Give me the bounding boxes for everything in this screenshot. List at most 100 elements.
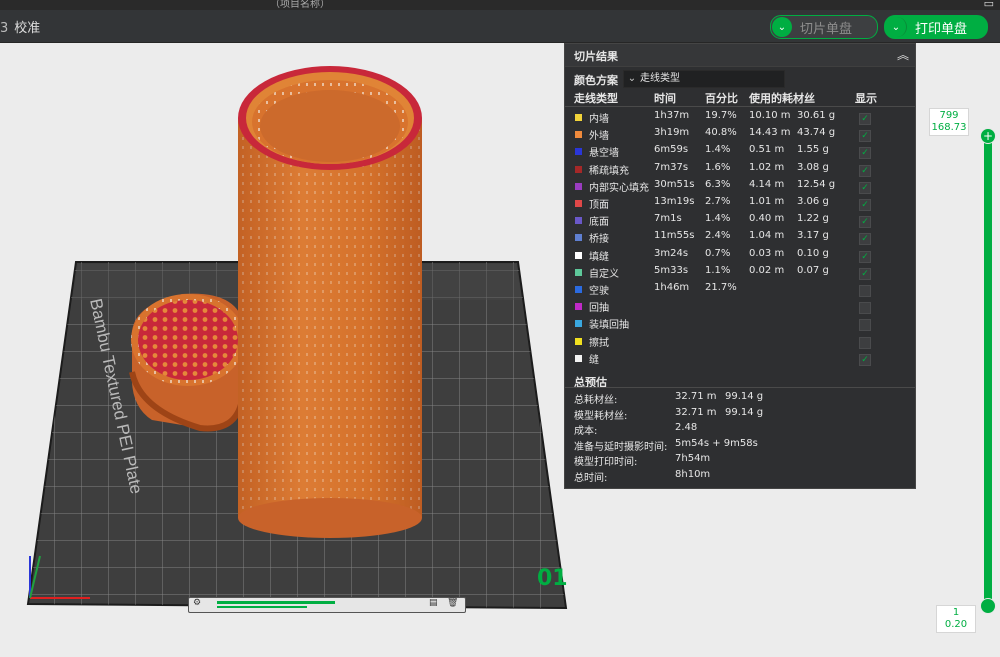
weight-cell: 0.10 g <box>797 247 829 259</box>
layer-slider-track[interactable] <box>984 136 992 606</box>
chevron-down-icon[interactable]: ⌄ <box>886 17 907 37</box>
layer-progress-bar[interactable]: ⚙ ▤ 🗑 <box>188 597 466 613</box>
header-display: 显示 <box>855 92 877 105</box>
estimate-value: 8h10m <box>675 468 711 480</box>
estimate-value: 5m54s + 9m58s <box>675 437 758 449</box>
panel-header: 切片结果 ︽ <box>565 44 915 67</box>
line-type-name: 顶面 <box>589 200 609 211</box>
color-swatch <box>575 148 582 156</box>
display-checkbox[interactable]: ✓ <box>859 216 871 229</box>
settings-icon[interactable]: ⚙ <box>193 598 201 608</box>
time-cell: 7m37s <box>654 161 689 173</box>
weight-cell: 12.54 g <box>797 178 836 190</box>
calibration-tab[interactable]: 3 校准 <box>0 17 40 36</box>
display-checkbox[interactable]: ✓ <box>859 113 871 125</box>
weight-cell: 1.22 g <box>797 213 829 225</box>
table-row: 悬空墙 6m59s 1.4% 0.51 m 1.55 g ✓ <box>565 144 915 161</box>
divider <box>565 387 915 388</box>
print-plate-label: 打印单盘 <box>915 21 968 37</box>
percent-cell: 6.3% <box>705 178 731 190</box>
estimate-label: 总耗材丝: <box>574 395 618 406</box>
display-checkbox[interactable]: ✓ <box>859 181 871 194</box>
time-cell: 13m19s <box>654 196 695 207</box>
estimate-row: 总耗材丝: 32.71 m 99.14 g <box>565 391 915 407</box>
line-type-name: 内墙 <box>589 114 609 125</box>
display-checkbox[interactable]: ✓ <box>859 250 871 263</box>
length-cell: 1.01 m <box>749 196 785 207</box>
chevron-down-icon[interactable]: ⌄ <box>772 17 792 37</box>
time-cell: 6m59s <box>654 144 689 156</box>
display-checkbox[interactable] <box>859 285 871 297</box>
estimate-label: 模型打印时间: <box>574 457 638 468</box>
time-cell: 30m51s <box>654 178 695 190</box>
table-row: 填缝 3m24s 0.7% 0.03 m 0.10 g ✓ <box>565 248 915 265</box>
time-cell: 1h46m <box>654 282 690 293</box>
table-row: 内墙 1h37m 19.7% 10.10 m 30.61 g ✓ <box>565 110 915 127</box>
estimate-row: 准备与延时摄影时间: 5m54s + 9m58s <box>565 438 915 454</box>
length-cell: 0.40 m <box>749 213 785 225</box>
weight-cell: 30.61 g <box>797 110 836 121</box>
display-checkbox[interactable]: ✓ <box>859 353 871 366</box>
line-type-name: 外墙 <box>589 131 609 143</box>
table-row: 空驶 1h46m 21.7% <box>565 282 915 299</box>
length-cell: 1.02 m <box>749 161 785 173</box>
maximize-icon[interactable]: ▭ <box>984 0 994 10</box>
chevron-down-icon: ⌄ <box>627 73 637 84</box>
header-filament: 使用的耗材丝 <box>749 92 815 105</box>
display-checkbox[interactable]: ✓ <box>859 233 871 246</box>
color-scheme-select[interactable]: ⌄ 走线类型 <box>623 70 785 88</box>
estimate-row: 模型打印时间: 7h54m <box>565 453 915 469</box>
color-swatch <box>575 131 582 139</box>
display-checkbox[interactable]: ✓ <box>859 164 871 177</box>
weight-cell: 3.06 g <box>797 196 829 207</box>
table-row: 自定义 5m33s 1.1% 0.02 m 0.07 g ✓ <box>565 265 915 282</box>
color-scheme-label: 颜色方案 <box>574 74 618 87</box>
color-swatch <box>575 165 582 173</box>
display-checkbox[interactable]: ✓ <box>859 130 871 143</box>
cylinder-model <box>238 66 422 538</box>
bottom-layer-number: 1 <box>952 607 960 618</box>
line-type-name: 装填回抽 <box>589 320 629 332</box>
print-plate-button[interactable]: ⌄ 打印单盘 <box>884 15 988 39</box>
display-checkbox[interactable]: ✓ <box>859 147 871 160</box>
table-row: 装填回抽 <box>565 316 915 333</box>
length-cell: 0.51 m <box>749 144 785 156</box>
layers-icon[interactable]: ▤ <box>429 598 438 608</box>
estimate-row: 成本: 2.48 <box>565 422 915 438</box>
estimate-label: 总时间: <box>574 472 608 484</box>
calibration-icon: 3 <box>0 21 9 36</box>
progress-fill <box>217 601 335 604</box>
color-swatch <box>575 114 582 121</box>
display-checkbox[interactable]: ✓ <box>859 199 871 211</box>
percent-cell: 0.7% <box>705 247 731 259</box>
weight-cell: 43.74 g <box>797 127 836 139</box>
time-cell: 3m24s <box>654 247 689 259</box>
window-title: （项目名称） <box>270 0 330 10</box>
layer-slider-bottom-handle[interactable] <box>980 598 996 614</box>
color-swatch <box>575 251 582 259</box>
percent-cell: 1.4% <box>705 144 731 156</box>
display-checkbox[interactable]: ✓ <box>859 267 871 280</box>
length-cell: 4.14 m <box>749 178 785 190</box>
progress-fill-secondary <box>217 606 307 608</box>
estimate-value: 2.48 <box>675 422 698 433</box>
color-swatch <box>575 268 582 276</box>
length-cell: 1.04 m <box>749 230 785 242</box>
line-type-name: 擦拭 <box>589 337 609 349</box>
plate-number[interactable]: 01 <box>537 566 568 591</box>
calibration-label: 校准 <box>14 21 41 36</box>
header-line-type: 走线类型 <box>574 92 618 105</box>
line-type-name: 悬空墙 <box>589 148 619 160</box>
layer-slider-top-handle[interactable]: + <box>980 128 996 144</box>
top-toolbar: 3 校准 ⌄ 切片单盘 ⌄ 打印单盘 <box>0 10 1000 43</box>
display-checkbox[interactable] <box>859 302 871 315</box>
display-checkbox[interactable] <box>859 336 871 349</box>
display-checkbox[interactable] <box>859 319 871 332</box>
time-cell: 7m1s <box>654 213 682 225</box>
collapse-icon[interactable]: ︽ <box>897 46 909 63</box>
delete-icon[interactable]: 🗑 <box>447 598 458 608</box>
percent-cell: 1.6% <box>705 161 731 173</box>
top-layer-number: 799 <box>939 110 959 121</box>
top-layer-tag: 799 168.73 <box>929 108 969 136</box>
slice-plate-button[interactable]: ⌄ 切片单盘 <box>770 15 878 39</box>
